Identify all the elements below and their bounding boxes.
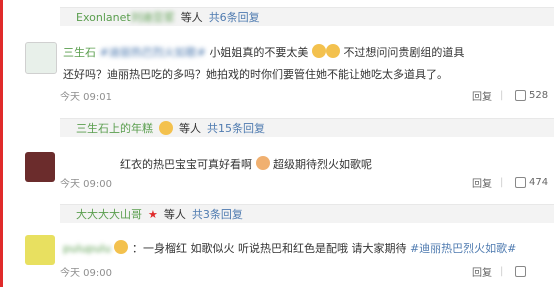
comment-line: 红衣的热巴宝宝可真好看啊 超级期待烈火如歌呢 <box>120 156 372 172</box>
comment-username[interactable]: 三生石 <box>63 46 96 59</box>
divider: | <box>500 265 504 277</box>
comment-text: ：一身榴红 如歌似火 听说热巴和红色是配哦 请大家期待 <box>131 242 407 255</box>
comment-text-continued: 还好吗？迪丽热巴吃的多吗？她拍戏的时你们要管住她不能让她吃太多道具了。 <box>63 68 448 81</box>
reply-button[interactable]: 回复 <box>472 88 492 103</box>
reply-summary-user[interactable]: Exonlanet刘迪豆浆 <box>76 9 175 25</box>
thumbs-up-icon <box>515 176 526 188</box>
reply-button[interactable]: 回复 <box>472 264 492 279</box>
avatar[interactable] <box>25 152 55 182</box>
comment-meta: 今天 09:01 回复 | 528 <box>60 86 554 104</box>
cat-face-icon <box>159 121 173 135</box>
like-button[interactable]: 528 <box>515 89 549 101</box>
timestamp: 今天 09:00 <box>60 267 112 279</box>
reply-summary-more[interactable]: 共3条回复 <box>192 206 243 222</box>
cat-face-icon <box>311 44 326 58</box>
topic-link[interactable]: #迪丽热巴烈火如歌# <box>100 46 206 59</box>
reply-summary-more[interactable]: 共15条回复 <box>207 120 265 136</box>
divider: | <box>500 89 504 101</box>
thumbs-up-icon <box>515 89 526 101</box>
cat-face-icon <box>325 44 340 58</box>
topic-link[interactable]: #迪丽热巴烈火如歌# <box>410 242 516 255</box>
like-count: 528 <box>529 89 549 101</box>
like-button[interactable]: 474 <box>515 176 549 188</box>
star-icon: ★ <box>148 207 158 221</box>
like-button[interactable] <box>515 265 526 277</box>
reply-summary-user[interactable]: 大大大大山哥 <box>76 206 142 222</box>
comment-text: 红衣的热巴宝宝可真好看啊 <box>120 158 252 171</box>
comment-line: pulupulu ：一身榴红 如歌似火 听说热巴和红色是配哦 请大家期待 #迪丽… <box>63 240 516 256</box>
reply-summary-others: 等人 <box>180 11 203 24</box>
reply-summary-user[interactable]: 三生石上的年糕 <box>76 120 153 136</box>
divider: | <box>500 176 504 188</box>
accent-stripe <box>0 0 3 287</box>
reply-summary-bar[interactable]: Exonlanet刘迪豆浆 等人 共6条回复 <box>60 7 554 26</box>
comment-meta: 今天 09:00 回复 | 474 <box>60 173 554 191</box>
reply-button[interactable]: 回复 <box>472 175 492 190</box>
reply-summary-bar[interactable]: 三生石上的年糕 等人 共15条回复 <box>60 118 554 137</box>
comment-meta: 今天 09:00 回复 | <box>60 262 554 280</box>
reply-summary-others: 等人 <box>163 208 186 221</box>
reply-summary-more[interactable]: 共6条回复 <box>209 9 260 25</box>
avatar[interactable] <box>25 42 57 74</box>
comment-line-1: 三生石 #迪丽热巴烈火如歌# 小姐姐真的不要太美 不过想问问贵剧组的道具 <box>63 44 464 60</box>
cat-face-icon <box>255 156 270 170</box>
thumbs-up-icon <box>515 265 526 277</box>
reply-summary-others: 等人 <box>179 122 201 135</box>
reply-summary-bar[interactable]: 大大大大山哥 ★ 等人 共3条回复 <box>60 204 554 223</box>
comment-username[interactable]: pulupulu <box>63 242 111 255</box>
comment-text: 超级期待烈火如歌呢 <box>273 158 372 171</box>
comment-text: 小姐姐真的不要太美 <box>209 46 309 59</box>
timestamp: 今天 09:00 <box>60 178 112 190</box>
timestamp: 今天 09:01 <box>60 91 112 103</box>
comment-text: 不过想问问贵剧组的道具 <box>343 46 465 59</box>
cat-face-icon <box>114 240 129 254</box>
avatar[interactable] <box>25 235 55 265</box>
like-count: 474 <box>529 176 549 188</box>
